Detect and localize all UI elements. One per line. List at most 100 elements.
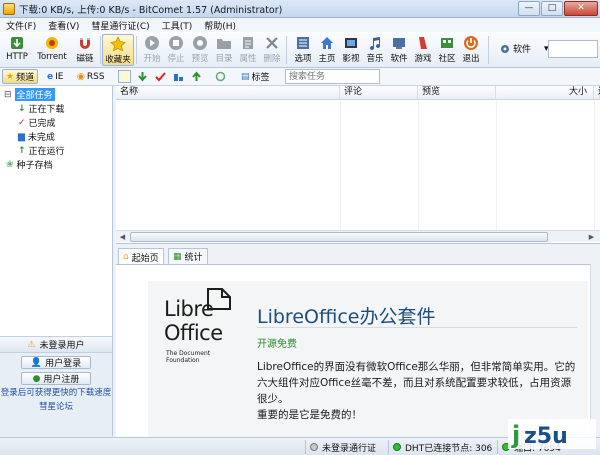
menu-file[interactable]: 文件(F) [6, 19, 36, 32]
detail-tabs: ⌂ 起始页 ▦ 统计 [116, 246, 600, 265]
down-arrow-icon[interactable] [136, 70, 149, 83]
tree-downloading[interactable]: ↓ 正在下载 [18, 102, 65, 116]
magnet-button[interactable]: 磁链 [70, 34, 100, 66]
exit-button[interactable]: 退出 [456, 34, 486, 66]
preview-label: 预览 [191, 54, 209, 64]
up-arrow-icon[interactable] [190, 70, 203, 83]
community-label: 社区 [438, 54, 456, 64]
software-label: 软件 [390, 54, 408, 64]
menu-tools[interactable]: 工具(T) [162, 19, 193, 32]
video-label: 影视 [342, 54, 360, 64]
dht-status-label: DHT已连接节点: 306 [405, 443, 493, 454]
menu-view[interactable]: 查看(V) [48, 19, 79, 32]
col-size[interactable]: 大小 [496, 86, 594, 100]
faster-download-link[interactable]: 登录后可获得更快的下载速度 [0, 388, 112, 399]
expand-icon: ⊟ [4, 89, 12, 100]
scroll-thumb[interactable] [130, 232, 548, 242]
close-button[interactable]: ✕ [564, 1, 598, 16]
seed-icon: ❀ [6, 159, 14, 170]
tab-start-page-label: 起始页 [131, 253, 159, 264]
tree-incomplete[interactable]: ▆ 未完成 [18, 130, 55, 144]
up-arrow-icon: ↑ [18, 145, 26, 156]
col-progress[interactable]: 进 [594, 86, 600, 100]
checkmark-icon[interactable] [154, 70, 167, 83]
main-toolbar: HTTP Torrent 磁链 收藏夹 开始 停止 预览 目录 属性 删除 选项 [0, 32, 600, 68]
horizontal-scrollbar[interactable]: ◀ ▶ [116, 230, 600, 242]
tags-button[interactable]: ▤ 标签 [238, 69, 273, 84]
jz5u-watermark: j z5u [508, 419, 596, 449]
col-comments[interactable]: 评论 [340, 86, 418, 100]
column-divider [496, 100, 497, 230]
gear-icon [501, 44, 509, 53]
scroll-right-icon[interactable]: ▶ [586, 232, 597, 242]
tab-channels[interactable]: ★ 频道 [2, 69, 39, 84]
http-button[interactable]: HTTP [2, 34, 32, 66]
tab-statistics[interactable]: ▦ 统计 [168, 248, 208, 264]
incomplete-bar-icon[interactable] [172, 70, 185, 83]
tree-seed-archive-label: 种子存档 [16, 161, 53, 171]
menu-bar: 文件(F) 查看(V) 彗星通行证(C) 工具(T) 帮助(H) [0, 18, 600, 32]
toolbar-separator [488, 36, 489, 64]
content-vertical-scrollbar[interactable] [590, 264, 600, 437]
maximize-button[interactable]: □ [541, 1, 563, 16]
tree-incomplete-label: 未完成 [27, 133, 55, 143]
options-label: 选项 [294, 54, 312, 64]
column-divider [594, 100, 595, 230]
web-search-input[interactable] [548, 40, 598, 58]
task-search-input[interactable] [285, 69, 380, 84]
favorites-button[interactable]: 收藏夹 [102, 34, 134, 66]
register-label: 用户注册 [43, 375, 80, 385]
online-dot-icon [393, 443, 401, 451]
svg-text:z5u: z5u [524, 424, 568, 449]
tab-statistics-label: 统计 [184, 253, 203, 263]
minimize-button[interactable]: — [518, 1, 540, 16]
ie-icon: e [47, 71, 54, 82]
tree-seed-archive[interactable]: ❀ 种子存档 [6, 158, 53, 172]
software-dropdown[interactable]: 软件 ▾ [500, 42, 549, 55]
col-name[interactable]: 名称 [116, 86, 340, 100]
login-button[interactable]: 👤 用户登录 [21, 356, 91, 369]
delete-x-icon [266, 37, 278, 49]
software-dropdown-label: 软件 [513, 45, 532, 55]
checkmark-icon: ✓ [18, 117, 26, 128]
toolbar-separator [286, 36, 287, 64]
preview-icon [193, 36, 207, 50]
window-controls: — □ ✕ [518, 1, 598, 16]
tree-completed[interactable]: ✓ 已完成 [18, 116, 56, 130]
home-icon [321, 37, 333, 49]
view-all-icon[interactable] [118, 70, 131, 83]
column-divider [418, 100, 419, 230]
delete-button[interactable]: 删除 [257, 34, 287, 66]
col-preview[interactable]: 预览 [418, 86, 496, 100]
play-icon [145, 36, 159, 50]
toolbar-separator [100, 36, 101, 64]
magnet-label: 磁链 [76, 54, 94, 64]
tab-rss[interactable]: ◉ RSS [74, 69, 108, 84]
task-list: 名称 评论 预览 大小 进 ◀ ▶ [116, 86, 600, 244]
tab-start-page[interactable]: ⌂ 起始页 [118, 248, 164, 265]
user-add-icon: ● [32, 373, 41, 384]
community-icon [441, 38, 453, 48]
warning-icon: ⚠ [27, 339, 36, 350]
home-label: 主页 [318, 54, 336, 64]
seed-icon[interactable] [214, 70, 227, 83]
category-tree: ⊟ 全部任务 ↓ 正在下载 ✓ 已完成 ▆ 未完成 ↑ 正在运行 ❀ 种子存档 [0, 86, 113, 336]
http-label: HTTP [6, 52, 28, 62]
register-button[interactable]: ● 用户注册 [21, 372, 91, 385]
menu-help[interactable]: 帮助(H) [204, 19, 236, 32]
tree-all-tasks[interactable]: ⊟ 全部任务 [4, 88, 55, 101]
tab-rss-label: RSS [86, 71, 105, 82]
login-label: 用户登录 [45, 359, 82, 369]
passport-status[interactable]: 未登录通行证 [305, 440, 376, 454]
exit-label: 退出 [462, 54, 480, 64]
torrent-icon [46, 37, 58, 49]
tab-ie[interactable]: e IE [44, 69, 66, 84]
stop-icon [169, 36, 183, 50]
bitcomet-app-icon [3, 2, 15, 15]
user-status-label: 未登录用户 [39, 341, 85, 351]
tree-running[interactable]: ↑ 正在运行 [18, 144, 65, 158]
scroll-left-icon[interactable]: ◀ [117, 232, 128, 242]
torrent-button[interactable]: Torrent [35, 34, 69, 66]
forum-link[interactable]: 彗星论坛 [0, 402, 112, 413]
menu-passport[interactable]: 彗星通行证(C) [91, 19, 149, 32]
